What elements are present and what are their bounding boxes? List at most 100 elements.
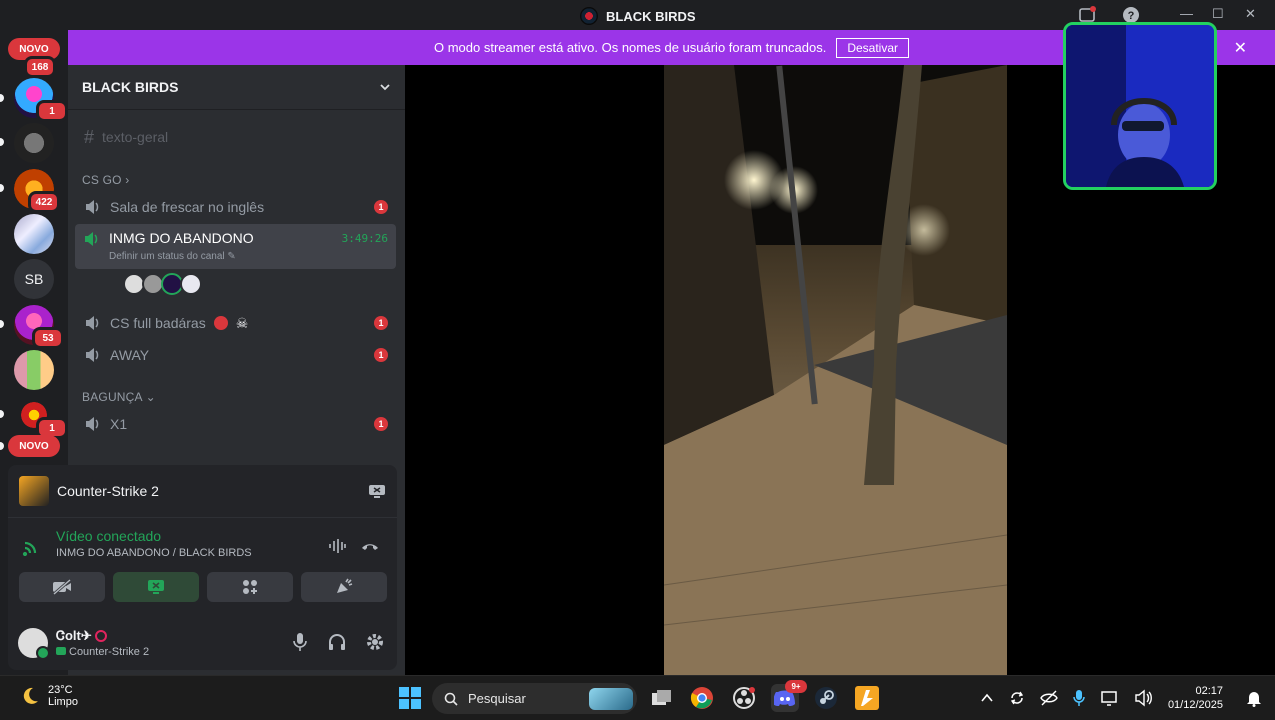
task-view-button[interactable] <box>648 684 676 712</box>
server-icon-rvi[interactable]: 422 <box>14 169 60 213</box>
obs-app[interactable] <box>730 684 758 712</box>
svg-text:?: ? <box>1128 10 1135 22</box>
speaker-active-icon <box>85 232 98 246</box>
server-icon-1[interactable]: 1 <box>14 78 68 122</box>
volume-icon[interactable] <box>1134 689 1154 707</box>
server-icon-4[interactable] <box>14 214 54 254</box>
server-icon-8[interactable]: 1 <box>14 395 68 439</box>
user-avatar[interactable] <box>18 627 50 660</box>
voice-action-buttons <box>19 572 387 602</box>
chevron-down-icon <box>380 84 390 91</box>
video-off-icon <box>53 579 71 595</box>
activities-button[interactable] <box>207 572 293 602</box>
disable-streamer-button[interactable]: Desativar <box>836 37 910 58</box>
maximize-icon[interactable]: ☐ <box>1212 6 1224 22</box>
microphone-icon[interactable] <box>291 632 309 652</box>
voice-channel-active[interactable]: INMG DO ABANDONO 3:49:26 Definir um stat… <box>75 224 396 269</box>
channel-label: INMG DO ABANDONO <box>109 230 254 246</box>
category-csgo[interactable]: CS GO › <box>82 173 129 187</box>
banner-close-icon[interactable]: ✕ <box>1234 38 1247 58</box>
rtc-connection: Vídeo conectado INMG DO ABANDONO / BLACK… <box>8 518 397 570</box>
server-icon-6[interactable]: 53 <box>14 305 64 349</box>
connection-signal-icon[interactable] <box>22 536 42 556</box>
notification-bell-icon[interactable] <box>1245 689 1263 707</box>
sync-icon[interactable] <box>1008 689 1026 707</box>
voice-panel: Counter-Strike 2 Vídeo conectado INMG DO… <box>8 465 397 670</box>
participant-avatar[interactable] <box>180 273 202 295</box>
weather-widget[interactable]: 23°C Limpo <box>20 684 78 708</box>
screen-share-icon <box>148 580 164 594</box>
hashtag-icon: # <box>84 126 95 147</box>
voice-channel-x1[interactable]: X1 1 <box>76 409 396 439</box>
channel-status[interactable]: Definir um status do canal ✎ <box>109 251 236 262</box>
channel-label: X1 <box>110 416 128 432</box>
pencil-icon: ✎ <box>227 251 236 262</box>
unread-indicator <box>0 138 4 146</box>
start-button[interactable] <box>396 684 424 712</box>
voice-channel-csfull[interactable]: CS full badáras ☠ 1 <box>76 308 396 338</box>
gamepad-icon <box>56 646 66 655</box>
channel-badge: 1 <box>374 200 388 214</box>
server-icon-7[interactable] <box>14 350 54 390</box>
server-badge: 1 <box>36 100 68 122</box>
clock-date: 01/12/2025 <box>1167 699 1223 711</box>
close-window-icon[interactable]: ✕ <box>1245 6 1256 22</box>
chevron-up-icon[interactable] <box>980 691 994 705</box>
shared-screen-video[interactable] <box>664 65 1007 675</box>
search-icon <box>444 692 458 706</box>
noise-suppression-icon[interactable] <box>328 538 346 554</box>
username: Ꮳolt✈ <box>56 627 92 643</box>
category-label: CS GO <box>82 173 122 187</box>
voice-channel-away[interactable]: AWAY 1 <box>76 340 396 370</box>
new-badge-bottom[interactable]: NOVO <box>8 435 60 457</box>
gear-icon[interactable] <box>365 632 385 652</box>
chrome-app[interactable] <box>688 684 716 712</box>
speaker-icon <box>86 417 99 431</box>
channel-label: AWAY <box>110 347 150 363</box>
category-label: BAGUNÇA <box>82 390 143 404</box>
voice-channel-sala[interactable]: Sala de frescar no inglês 1 <box>76 192 396 222</box>
server-icon-sb[interactable]: SB <box>14 259 54 299</box>
steam-app[interactable] <box>812 684 840 712</box>
disconnect-icon[interactable] <box>360 538 380 554</box>
server-badge: 53 <box>32 327 64 349</box>
stream-settings-icon[interactable] <box>368 483 386 499</box>
unread-indicator <box>0 320 4 328</box>
user-info[interactable]: Ꮳolt✈ Counter-Strike 2 <box>56 628 149 658</box>
chrome-icon <box>690 687 713 709</box>
server-badge: 422 <box>28 191 60 213</box>
soundboard-button[interactable] <box>301 572 387 602</box>
category-bagunca[interactable]: BAGUNÇA ⌄ <box>82 390 156 404</box>
speaker-icon <box>86 316 99 330</box>
clock[interactable]: 02:17 01/12/2025 <box>1168 684 1223 712</box>
eye-off-icon[interactable] <box>1040 689 1058 707</box>
minimize-icon[interactable]: — <box>1180 6 1193 21</box>
discord-app[interactable]: 9+ <box>771 680 807 712</box>
camera-pip[interactable] <box>1063 22 1217 190</box>
game-activity-row: Counter-Strike 2 <box>8 465 397 518</box>
server-header[interactable]: BLACK BIRDS <box>68 65 405 110</box>
server-icon-callofduty[interactable] <box>14 123 54 163</box>
voice-participants <box>123 273 202 295</box>
system-tray: 02:17 01/12/2025 <box>980 684 1275 712</box>
task-view-icon <box>652 690 671 705</box>
user-controls <box>291 632 385 652</box>
soundboard-icon <box>337 578 353 593</box>
search-highlight-icon <box>589 687 633 710</box>
microphone-tray-icon[interactable] <box>1072 689 1086 707</box>
camera-off-button[interactable] <box>19 572 105 602</box>
channel-label: CS full badáras <box>110 315 206 331</box>
status-ring-icon <box>95 630 108 643</box>
network-icon[interactable] <box>1100 689 1120 707</box>
moon-icon <box>23 687 38 704</box>
windows-logo-icon <box>399 687 421 709</box>
cs2-app[interactable] <box>853 684 881 712</box>
call-duration: 3:49:26 <box>341 232 388 245</box>
channel-texto-geral[interactable]: # texto-geral <box>76 122 396 152</box>
screen-share-button[interactable] <box>113 572 199 602</box>
channel-badge: 1 <box>374 348 388 362</box>
taskbar-search[interactable]: Pesquisar <box>432 683 637 714</box>
cs2-icon <box>855 686 879 710</box>
headphones-icon[interactable] <box>327 632 347 652</box>
activities-icon <box>243 580 257 594</box>
